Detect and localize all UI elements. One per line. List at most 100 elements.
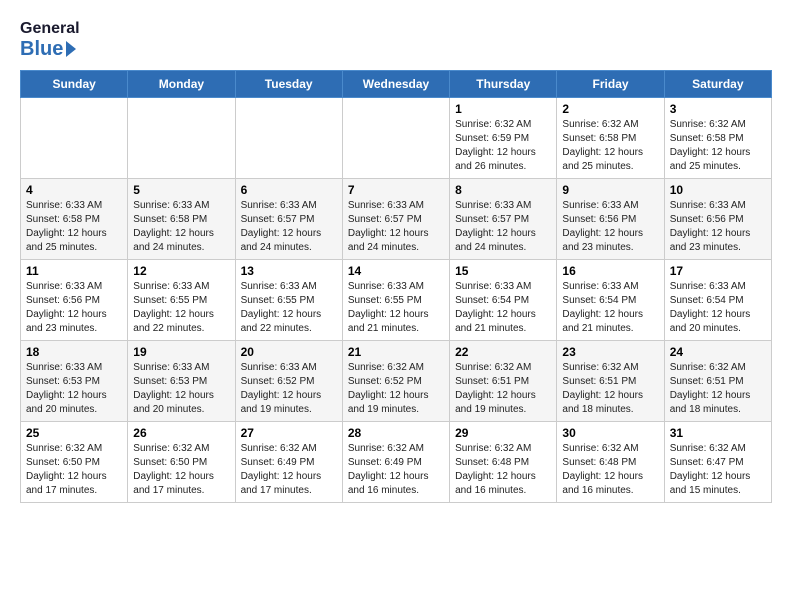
day-info: Sunrise: 6:33 AM Sunset: 6:56 PM Dayligh… [670, 199, 766, 255]
calendar-cell: 8 Sunrise: 6:33 AM Sunset: 6:57 PM Daylig… [450, 178, 557, 259]
day-info: Sunrise: 6:33 AM Sunset: 6:55 PM Dayligh… [241, 280, 337, 336]
day-number: 19 [133, 345, 229, 359]
calendar-cell: 3Sunrise: 6:32 AM Sunset: 6:58 PM Daylig… [664, 97, 771, 178]
day-info: Sunrise: 6:32 AM Sunset: 6:48 PM Dayligh… [455, 442, 551, 498]
day-number: 29 [455, 426, 551, 440]
week-row-5: 25 Sunrise: 6:32 AM Sunset: 6:50 PM Dayli… [21, 421, 772, 502]
logo-arrow-icon [66, 41, 76, 57]
calendar-cell: 27 Sunrise: 6:32 AM Sunset: 6:49 PM Dayli… [235, 421, 342, 502]
day-number: 3 [670, 102, 766, 116]
calendar-cell: 4 Sunrise: 6:33 AM Sunset: 6:58 PM Daylig… [21, 178, 128, 259]
calendar-cell: 10Sunrise: 6:33 AM Sunset: 6:56 PM Dayli… [664, 178, 771, 259]
day-number: 20 [241, 345, 337, 359]
day-info: Sunrise: 6:33 AM Sunset: 6:55 PM Dayligh… [133, 280, 229, 336]
day-info: Sunrise: 6:33 AM Sunset: 6:55 PM Dayligh… [348, 280, 444, 336]
day-info: Sunrise: 6:32 AM Sunset: 6:59 PM Dayligh… [455, 118, 551, 174]
day-info: Sunrise: 6:33 AM Sunset: 6:54 PM Dayligh… [670, 280, 766, 336]
day-header-sunday: Sunday [21, 70, 128, 97]
week-row-4: 18 Sunrise: 6:33 AM Sunset: 6:53 PM Dayli… [21, 340, 772, 421]
calendar-cell: 18 Sunrise: 6:33 AM Sunset: 6:53 PM Dayli… [21, 340, 128, 421]
day-number: 13 [241, 264, 337, 278]
calendar-cell: 12 Sunrise: 6:33 AM Sunset: 6:55 PM Dayli… [128, 259, 235, 340]
day-info: Sunrise: 6:33 AM Sunset: 6:54 PM Dayligh… [562, 280, 658, 336]
day-info: Sunrise: 6:33 AM Sunset: 6:53 PM Dayligh… [133, 361, 229, 417]
calendar-cell: 30 Sunrise: 6:32 AM Sunset: 6:48 PM Dayli… [557, 421, 664, 502]
calendar-cell [342, 97, 449, 178]
calendar-cell: 23Sunrise: 6:32 AM Sunset: 6:51 PM Dayli… [557, 340, 664, 421]
day-info: Sunrise: 6:32 AM Sunset: 6:50 PM Dayligh… [26, 442, 122, 498]
day-info: Sunrise: 6:32 AM Sunset: 6:49 PM Dayligh… [348, 442, 444, 498]
day-number: 1 [455, 102, 551, 116]
day-number: 8 [455, 183, 551, 197]
day-number: 26 [133, 426, 229, 440]
day-info: Sunrise: 6:32 AM Sunset: 6:51 PM Dayligh… [562, 361, 658, 417]
day-number: 16 [562, 264, 658, 278]
day-info: Sunrise: 6:33 AM Sunset: 6:52 PM Dayligh… [241, 361, 337, 417]
week-row-2: 4 Sunrise: 6:33 AM Sunset: 6:58 PM Daylig… [21, 178, 772, 259]
calendar-cell: 28 Sunrise: 6:32 AM Sunset: 6:49 PM Dayli… [342, 421, 449, 502]
week-row-1: 1 Sunrise: 6:32 AM Sunset: 6:59 PM Daylig… [21, 97, 772, 178]
day-number: 18 [26, 345, 122, 359]
calendar-cell: 5Sunrise: 6:33 AM Sunset: 6:58 PM Daylig… [128, 178, 235, 259]
calendar-cell: 16 Sunrise: 6:33 AM Sunset: 6:54 PM Dayli… [557, 259, 664, 340]
week-row-3: 11 Sunrise: 6:33 AM Sunset: 6:56 PM Dayli… [21, 259, 772, 340]
day-info: Sunrise: 6:32 AM Sunset: 6:52 PM Dayligh… [348, 361, 444, 417]
day-info: Sunrise: 6:33 AM Sunset: 6:58 PM Dayligh… [26, 199, 122, 255]
calendar-cell: 13 Sunrise: 6:33 AM Sunset: 6:55 PM Dayli… [235, 259, 342, 340]
day-info: Sunrise: 6:32 AM Sunset: 6:50 PM Dayligh… [133, 442, 229, 498]
day-number: 5 [133, 183, 229, 197]
day-header-thursday: Thursday [450, 70, 557, 97]
day-number: 15 [455, 264, 551, 278]
day-number: 14 [348, 264, 444, 278]
day-number: 24 [670, 345, 766, 359]
calendar-cell: 19 Sunrise: 6:33 AM Sunset: 6:53 PM Dayli… [128, 340, 235, 421]
day-info: Sunrise: 6:32 AM Sunset: 6:58 PM Dayligh… [562, 118, 658, 174]
calendar-cell: 9Sunrise: 6:33 AM Sunset: 6:56 PM Daylig… [557, 178, 664, 259]
day-number: 27 [241, 426, 337, 440]
day-info: Sunrise: 6:32 AM Sunset: 6:48 PM Dayligh… [562, 442, 658, 498]
day-info: Sunrise: 6:32 AM Sunset: 6:49 PM Dayligh… [241, 442, 337, 498]
calendar-cell: 14 Sunrise: 6:33 AM Sunset: 6:55 PM Dayli… [342, 259, 449, 340]
day-number: 28 [348, 426, 444, 440]
day-info: Sunrise: 6:32 AM Sunset: 6:47 PM Dayligh… [670, 442, 766, 498]
calendar-cell: 22Sunrise: 6:32 AM Sunset: 6:51 PM Dayli… [450, 340, 557, 421]
calendar-cell: 24 Sunrise: 6:32 AM Sunset: 6:51 PM Dayli… [664, 340, 771, 421]
logo-wordmark: General Blue [20, 20, 80, 60]
calendar-cell: 15Sunrise: 6:33 AM Sunset: 6:54 PM Dayli… [450, 259, 557, 340]
calendar-cell: 7 Sunrise: 6:33 AM Sunset: 6:57 PM Daylig… [342, 178, 449, 259]
days-header-row: SundayMondayTuesdayWednesdayThursdayFrid… [21, 70, 772, 97]
day-number: 7 [348, 183, 444, 197]
day-number: 25 [26, 426, 122, 440]
calendar-cell [235, 97, 342, 178]
calendar-cell [21, 97, 128, 178]
day-info: Sunrise: 6:32 AM Sunset: 6:51 PM Dayligh… [670, 361, 766, 417]
day-number: 30 [562, 426, 658, 440]
day-info: Sunrise: 6:33 AM Sunset: 6:56 PM Dayligh… [26, 280, 122, 336]
calendar-table: SundayMondayTuesdayWednesdayThursdayFrid… [20, 70, 772, 503]
day-info: Sunrise: 6:33 AM Sunset: 6:53 PM Dayligh… [26, 361, 122, 417]
day-number: 2 [562, 102, 658, 116]
page-header: General Blue [20, 20, 772, 60]
calendar-cell: 26 Sunrise: 6:32 AM Sunset: 6:50 PM Dayli… [128, 421, 235, 502]
logo-general: General [20, 20, 80, 38]
day-header-saturday: Saturday [664, 70, 771, 97]
calendar-cell: 2 Sunrise: 6:32 AM Sunset: 6:58 PM Daylig… [557, 97, 664, 178]
calendar-cell: 6Sunrise: 6:33 AM Sunset: 6:57 PM Daylig… [235, 178, 342, 259]
day-number: 6 [241, 183, 337, 197]
day-number: 17 [670, 264, 766, 278]
calendar-cell: 29 Sunrise: 6:32 AM Sunset: 6:48 PM Dayli… [450, 421, 557, 502]
day-number: 4 [26, 183, 122, 197]
day-number: 12 [133, 264, 229, 278]
day-info: Sunrise: 6:33 AM Sunset: 6:57 PM Dayligh… [455, 199, 551, 255]
day-number: 11 [26, 264, 122, 278]
calendar-cell: 20 Sunrise: 6:33 AM Sunset: 6:52 PM Dayli… [235, 340, 342, 421]
day-info: Sunrise: 6:33 AM Sunset: 6:57 PM Dayligh… [348, 199, 444, 255]
calendar-cell: 1 Sunrise: 6:32 AM Sunset: 6:59 PM Daylig… [450, 97, 557, 178]
day-header-tuesday: Tuesday [235, 70, 342, 97]
day-header-wednesday: Wednesday [342, 70, 449, 97]
calendar-cell: 21Sunrise: 6:32 AM Sunset: 6:52 PM Dayli… [342, 340, 449, 421]
calendar-cell: 17 Sunrise: 6:33 AM Sunset: 6:54 PM Dayli… [664, 259, 771, 340]
day-info: Sunrise: 6:33 AM Sunset: 6:56 PM Dayligh… [562, 199, 658, 255]
day-header-monday: Monday [128, 70, 235, 97]
logo: General Blue [20, 20, 80, 60]
